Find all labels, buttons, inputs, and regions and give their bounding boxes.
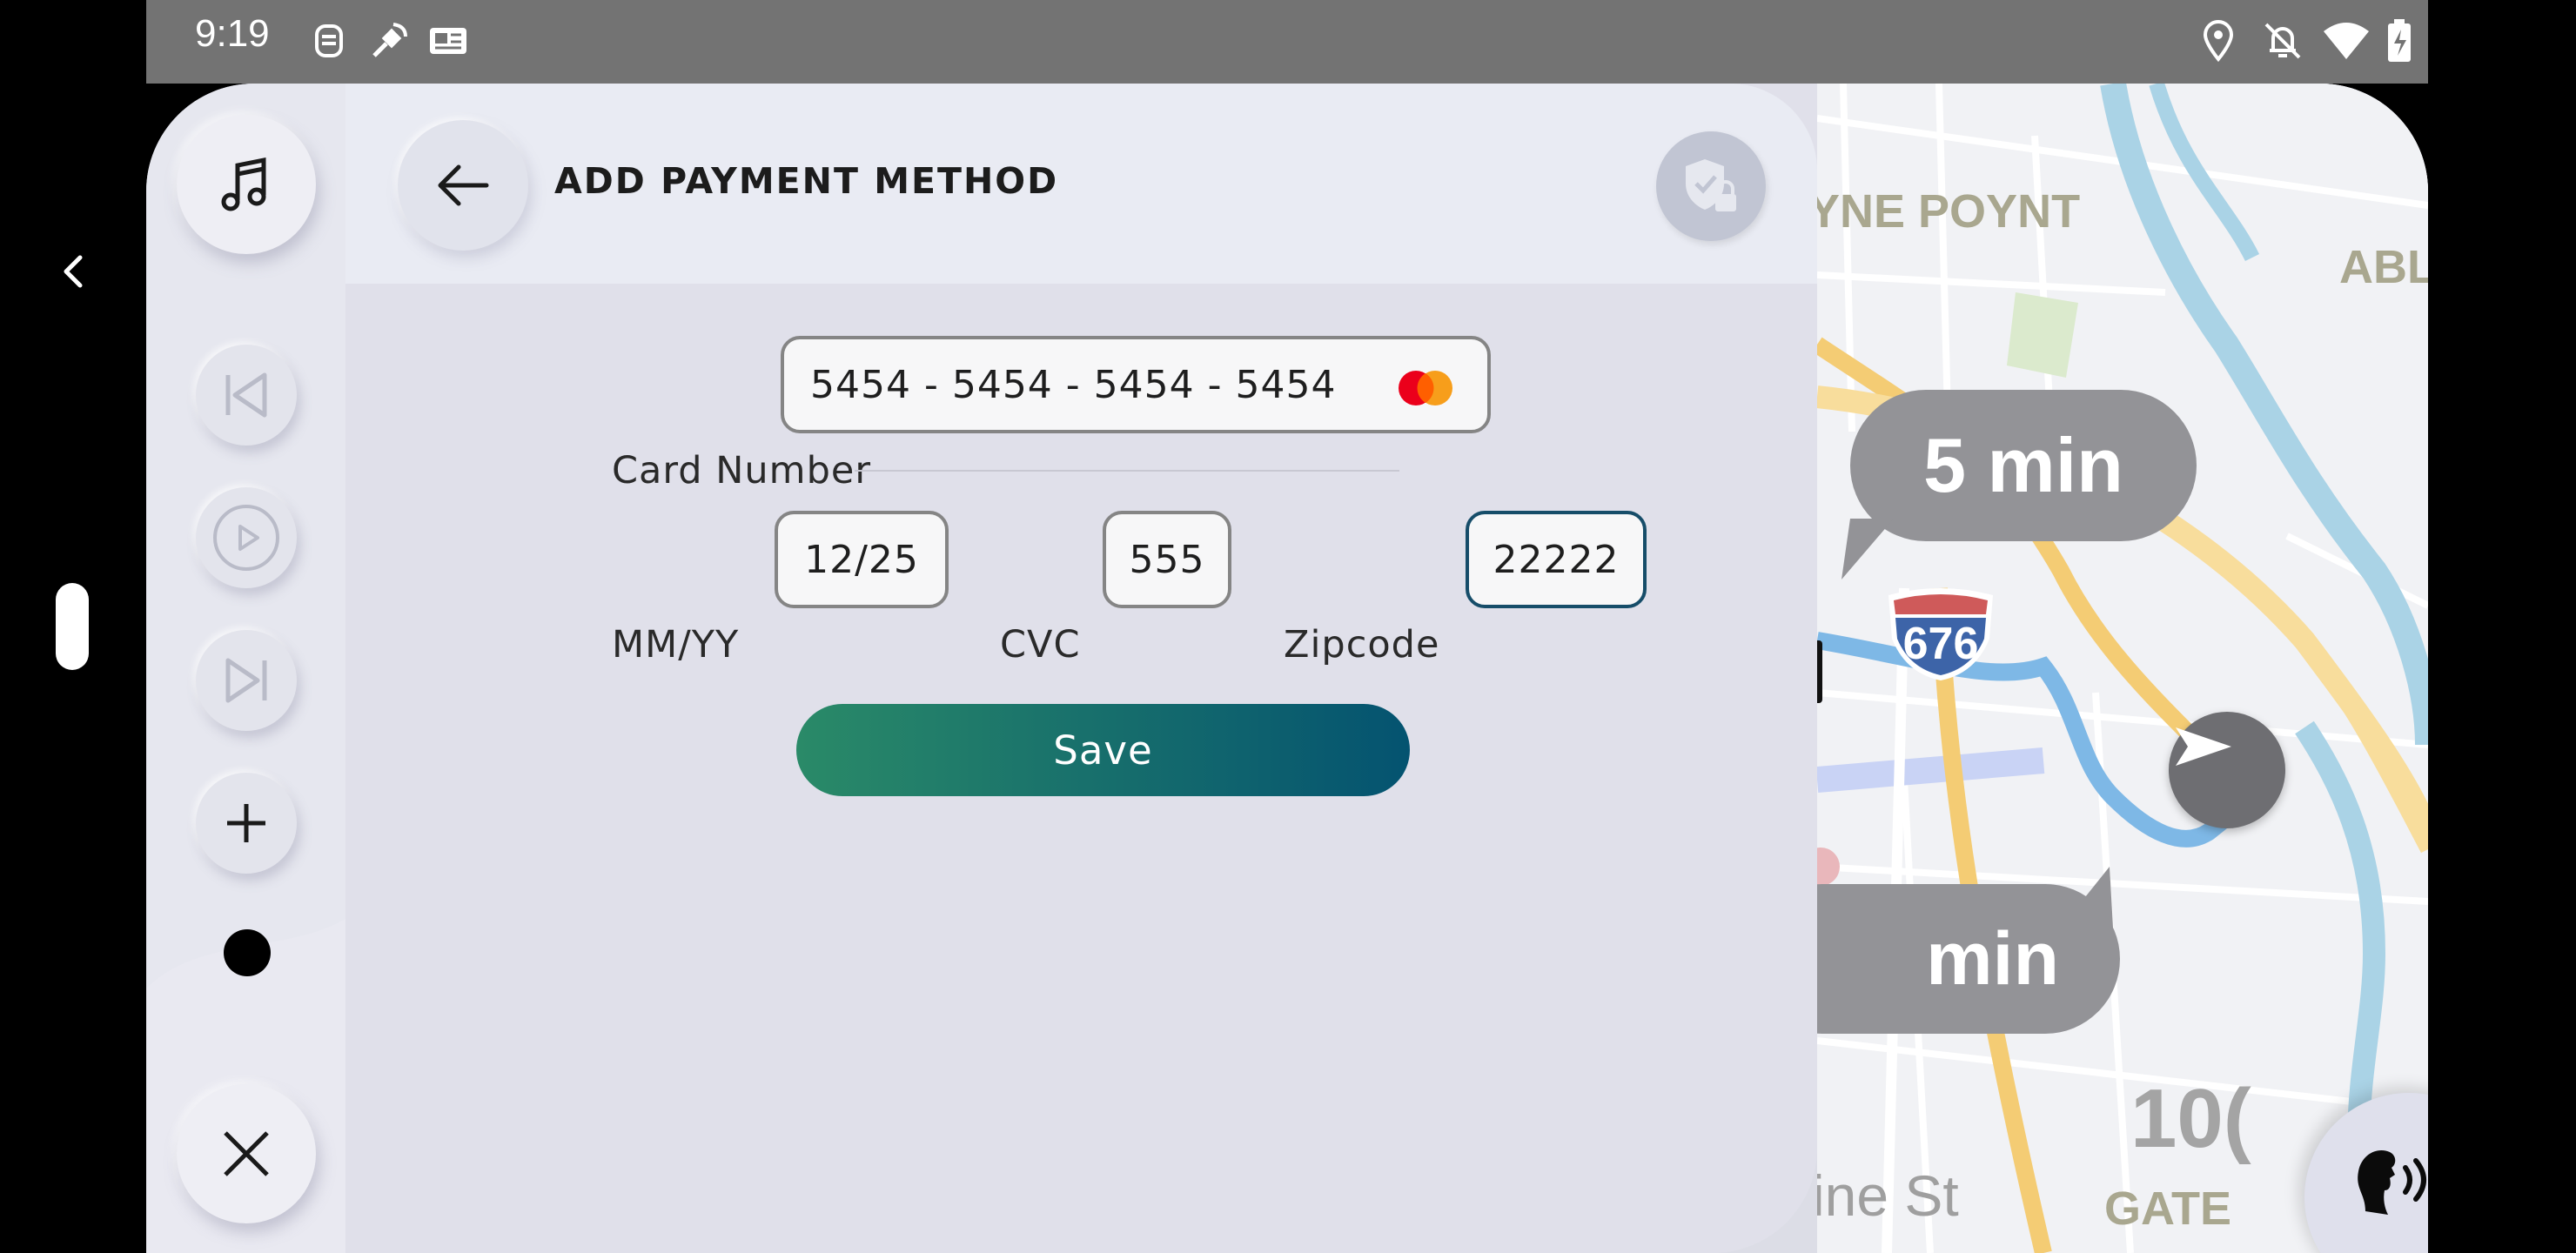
page-title: ADD PAYMENT METHOD	[554, 160, 1059, 202]
status-bar: 9:19	[146, 0, 2428, 84]
map-label-gate: GATE	[2104, 1183, 2231, 1235]
bell-off-icon	[2261, 19, 2304, 63]
zipcode-label: Zipcode	[1284, 623, 1440, 667]
navigation-arrow-icon[interactable]	[2169, 712, 2285, 828]
eta-bubble-secondary-tail	[2061, 867, 2113, 928]
voice-speaking-icon	[2358, 1150, 2426, 1215]
panel-resize-handle[interactable]	[1817, 640, 1822, 703]
save-button[interactable]: Save	[796, 704, 1410, 796]
add-icon	[227, 804, 265, 842]
device-screen: 9:19 676 YNE POYNT ABL GATE ine St 10(5…	[146, 0, 2428, 1253]
mastercard-icon	[1399, 371, 1452, 405]
fan-icon	[308, 19, 352, 63]
save-button-label: Save	[1053, 727, 1153, 774]
eta-secondary-text: min	[1926, 916, 2059, 1001]
security-button[interactable]	[1656, 131, 1766, 241]
system-back-chevron-icon[interactable]	[54, 252, 92, 291]
card-number-value: 5454 - 5454 - 5454 - 5454	[810, 362, 1337, 407]
media-rail	[146, 84, 345, 1253]
expiry-label: MM/YY	[612, 623, 740, 667]
music-button[interactable]	[177, 115, 316, 254]
next-icon	[225, 658, 267, 703]
cvc-field[interactable]: 555	[1103, 511, 1231, 608]
map-label-poynt: YNE POYNT	[1817, 185, 2081, 238]
news-icon	[426, 19, 470, 63]
map-view[interactable]: 676 YNE POYNT ABL GATE ine St 10( 5 min …	[1817, 84, 2428, 1253]
eta-bubble-primary-tail	[1841, 519, 1894, 580]
eta-bubble-primary: 5 min	[1850, 390, 2197, 541]
interstate-shield-icon: 676	[1880, 586, 2002, 682]
shield-lock-icon	[1686, 159, 1736, 211]
expiry-value: 12/25	[804, 537, 919, 582]
cvc-value: 555	[1129, 537, 1205, 582]
map-label-number: 10(	[2130, 1072, 2251, 1165]
interstate-shield-number: 676	[1902, 619, 1979, 669]
map-label-abl: ABL	[2339, 241, 2428, 293]
add-button[interactable]	[196, 773, 297, 874]
close-button[interactable]	[177, 1084, 316, 1223]
app-surface: 676 YNE POYNT ABL GATE ine St 10( 5 min …	[146, 84, 2428, 1253]
play-button[interactable]	[196, 487, 297, 588]
eta-primary-text: 5 min	[1923, 422, 2123, 508]
panel-header: ADD PAYMENT METHOD	[345, 84, 1817, 284]
cvc-label: CVC	[1000, 623, 1081, 667]
card-number-field[interactable]: 5454 - 5454 - 5454 - 5454	[781, 336, 1491, 433]
play-icon	[213, 505, 279, 571]
back-button[interactable]	[398, 120, 528, 251]
wifi-icon	[2322, 19, 2369, 63]
expiry-field[interactable]: 12/25	[775, 511, 949, 608]
dot-icon	[224, 929, 271, 976]
status-time: 9:19	[195, 12, 270, 55]
payment-panel: ADD PAYMENT METHOD Card Number 5454 - 54…	[345, 84, 1817, 1253]
location-icon	[2197, 19, 2240, 63]
map-label-street: ine St	[1817, 1163, 1959, 1228]
form-divider	[855, 470, 1399, 472]
close-icon	[224, 1131, 269, 1176]
zipcode-field[interactable]: 22222	[1466, 511, 1647, 608]
navigation-handle[interactable]	[56, 583, 89, 670]
zipcode-value: 22222	[1493, 537, 1620, 582]
next-track-button[interactable]	[196, 630, 297, 731]
previous-icon	[225, 372, 267, 418]
card-number-label: Card Number	[612, 449, 871, 492]
battery-icon	[2386, 19, 2428, 63]
satellite-icon	[367, 19, 411, 63]
music-icon	[221, 157, 266, 211]
arrow-left-icon	[438, 164, 489, 206]
previous-track-button[interactable]	[196, 345, 297, 446]
